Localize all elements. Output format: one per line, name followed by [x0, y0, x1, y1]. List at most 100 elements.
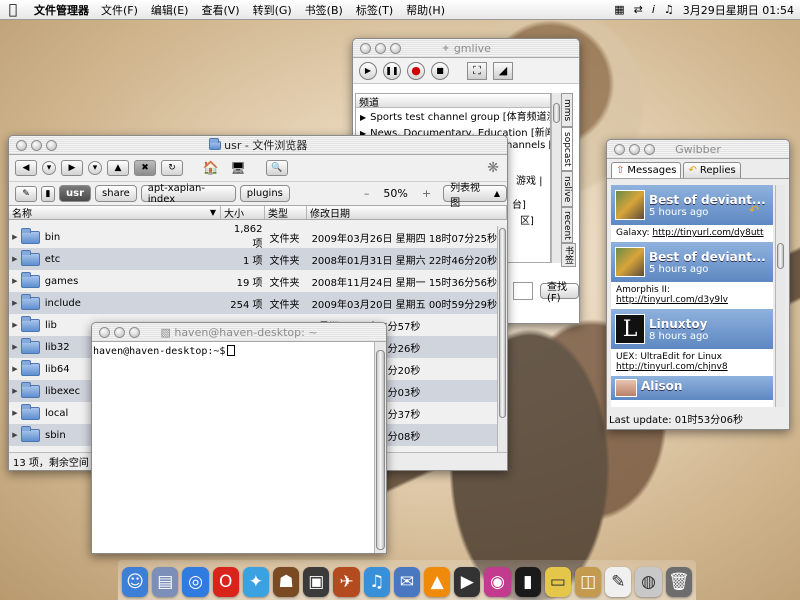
- side-tab-sopcast[interactable]: sopcast: [561, 127, 573, 171]
- vlc-icon[interactable]: ▲: [424, 567, 451, 597]
- terminal-titlebar[interactable]: ▧ haven@haven-desktop: ~: [92, 323, 386, 342]
- post-link[interactable]: http://tinyurl.com/d3y9lv: [616, 295, 728, 305]
- fullscreen-button[interactable]: ⛶: [467, 61, 487, 80]
- up-button[interactable]: ▲: [107, 160, 129, 176]
- path-crumb-plugins[interactable]: plugins: [239, 185, 290, 202]
- stop-button[interactable]: ■: [431, 61, 449, 80]
- search-button[interactable]: 查找(F): [540, 282, 579, 304]
- menu-edit[interactable]: 编辑(E): [151, 2, 189, 18]
- channel-search-input[interactable]: [513, 282, 533, 300]
- post-author[interactable]: Linuxtoy: [649, 317, 708, 331]
- menu-help[interactable]: 帮助(H): [406, 2, 445, 18]
- path-left-arrow[interactable]: ▮: [41, 185, 55, 202]
- photo-booth-icon[interactable]: ◉: [484, 567, 511, 597]
- zoom-button[interactable]: [390, 42, 401, 54]
- menu-view[interactable]: 查看(V): [201, 2, 239, 18]
- message-item[interactable]: Alison: [611, 376, 773, 400]
- computer-icon[interactable]: 🖥: [227, 160, 249, 176]
- info-icon[interactable]: i: [652, 3, 655, 16]
- column-name[interactable]: 名称 ▼: [9, 206, 221, 220]
- column-type[interactable]: 类型: [265, 206, 307, 220]
- expand-icon[interactable]: ▶: [9, 409, 21, 417]
- path-crumb-usr[interactable]: usr: [59, 185, 92, 202]
- mail-icon[interactable]: ✉: [393, 567, 421, 597]
- files-icon[interactable]: ▤: [152, 567, 179, 597]
- reply-icon[interactable]: ↶: [749, 203, 759, 217]
- column-size[interactable]: 大小: [221, 206, 265, 220]
- back-history-icon[interactable]: ▾: [42, 161, 56, 175]
- side-tab-bookmarks[interactable]: 书签: [561, 243, 576, 267]
- back-button[interactable]: ◀: [15, 160, 37, 176]
- menu-go[interactable]: 转到(G): [253, 2, 292, 18]
- zoom-level[interactable]: 50%: [383, 187, 407, 200]
- zoom-out-button[interactable]: –: [364, 187, 370, 200]
- gmlive-titlebar[interactable]: ✦ gmlive: [353, 39, 579, 58]
- table-row[interactable]: ▶ etc 1 项文件夹 2008年01月31日 星期六 22时46分20秒: [9, 248, 497, 270]
- minimize-button[interactable]: [629, 143, 640, 155]
- twitter-bird-icon[interactable]: ✦: [242, 567, 270, 597]
- minimize-button[interactable]: [31, 139, 42, 151]
- expand-icon[interactable]: ▶: [9, 277, 21, 285]
- zoom-button[interactable]: [129, 326, 140, 338]
- stop-button[interactable]: ✖: [134, 160, 156, 176]
- message-item[interactable]: Best of deviant... 5 hours ago Amorphis I…: [611, 242, 773, 309]
- path-crumb-share[interactable]: share: [95, 185, 137, 202]
- terminal-icon[interactable]: ▮: [514, 567, 541, 597]
- apple-menu-icon[interactable]: : [0, 2, 26, 18]
- path-crumb-apt-xapian-index[interactable]: apt-xapian-index: [140, 183, 236, 205]
- terminal-scrollbar[interactable]: [374, 342, 386, 553]
- terminal-output[interactable]: haven@haven-desktop:~$: [92, 342, 374, 553]
- post-link[interactable]: http://tinyurl.com/chjnv8: [616, 362, 728, 372]
- forward-history-icon[interactable]: ▾: [88, 161, 102, 175]
- reload-button[interactable]: ↻: [161, 160, 183, 176]
- opera-icon[interactable]: O: [212, 567, 239, 597]
- tab-messages[interactable]: ⇧ Messages: [611, 162, 682, 178]
- message-scrollbar[interactable]: [775, 185, 785, 407]
- channel-scrollbar[interactable]: [551, 93, 561, 263]
- message-item[interactable]: Best of deviant... 5 hours ago ↶ Galaxy: …: [611, 185, 773, 242]
- post-link[interactable]: http://tinyurl.com/dy8utt: [652, 228, 763, 238]
- gwibber-titlebar[interactable]: Gwibber: [607, 140, 789, 159]
- photos-icon[interactable]: ▣: [303, 567, 330, 597]
- home-icon[interactable]: 🏠: [200, 160, 222, 176]
- expand-icon[interactable]: ▶: [9, 233, 21, 241]
- bird-icon[interactable]: ✈: [333, 567, 360, 597]
- expand-icon[interactable]: ▶: [9, 343, 21, 351]
- table-row[interactable]: ▶ games 19 项文件夹 2008年11月24日 星期一 15时36分56秒: [9, 270, 497, 292]
- table-row[interactable]: ▶ include 254 项文件夹 2009年03月20日 星期五 00时59分29…: [9, 292, 497, 314]
- zoom-in-button[interactable]: +: [422, 187, 431, 200]
- app-menu[interactable]: 文件管理器: [34, 2, 89, 18]
- expand-icon[interactable]: ▶: [9, 299, 21, 307]
- file-browser-titlebar[interactable]: usr - 文件浏览器: [9, 136, 507, 155]
- trash-icon[interactable]: 🗑: [665, 567, 692, 597]
- safari-icon[interactable]: ◎: [182, 567, 209, 597]
- record-button[interactable]: ●: [407, 61, 425, 80]
- zoom-button[interactable]: [46, 139, 57, 151]
- close-button[interactable]: [614, 143, 625, 155]
- minimize-button[interactable]: [114, 326, 125, 338]
- tab-replies[interactable]: ↶ Replies: [683, 162, 741, 178]
- mini-mode-button[interactable]: ◢: [493, 61, 513, 80]
- volume-icon[interactable]: ♫: [664, 3, 674, 16]
- search-icon[interactable]: 🔍: [266, 160, 288, 176]
- close-button[interactable]: [16, 139, 27, 151]
- file-list-scrollbar[interactable]: [497, 226, 507, 452]
- view-mode-select[interactable]: 列表视图 ▲︎: [443, 183, 507, 209]
- dvd-icon[interactable]: ◍: [635, 567, 662, 597]
- close-button[interactable]: [360, 42, 371, 54]
- post-author[interactable]: Alison: [641, 379, 682, 393]
- play-button[interactable]: ▶: [359, 61, 377, 80]
- expand-icon[interactable]: ▶: [9, 255, 21, 263]
- edit-location-icon[interactable]: ✎: [15, 185, 37, 202]
- message-item[interactable]: L Linuxtoy 8 hours ago UEX: UltraEdit for…: [611, 309, 773, 376]
- channel-row[interactable]: ▶ Sports test channel group [体育频道测: [356, 108, 550, 124]
- expand-icon[interactable]: ▶: [9, 431, 21, 439]
- pause-button[interactable]: ❚❚: [383, 61, 401, 80]
- expand-icon[interactable]: ▶: [9, 365, 21, 373]
- expand-icon[interactable]: ▶: [9, 387, 21, 395]
- column-date[interactable]: 修改日期: [307, 206, 507, 220]
- package-icon[interactable]: ◫: [575, 567, 602, 597]
- side-tab-nslive[interactable]: nslive: [561, 171, 573, 207]
- table-row[interactable]: ▶ bin 1,862 项文件夹 2009年03月26日 星期四 18时07分25秒: [9, 224, 497, 250]
- finder-icon[interactable]: ☺: [122, 567, 149, 597]
